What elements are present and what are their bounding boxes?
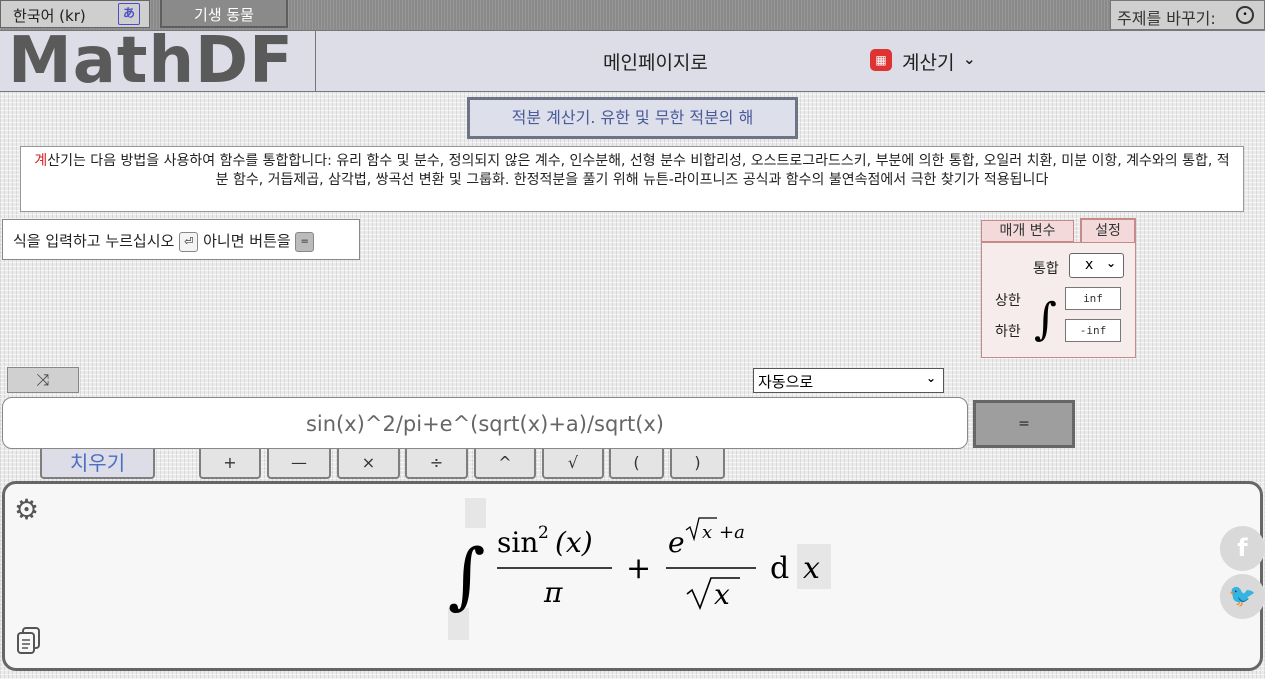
integrate-label: 통합 <box>1033 261 1059 277</box>
term1-power: 2 <box>538 523 549 543</box>
expression-input[interactable]: sin(x)^2/pi+e^(sqrt(x)+a)/sqrt(x) <box>2 397 968 449</box>
chevron-down-icon: ⌄ <box>926 371 937 385</box>
key-close-paren[interactable]: ) <box>670 449 725 479</box>
term2-exp-rest: +a <box>719 522 745 543</box>
clear-button[interactable]: 치우기 <box>40 449 155 479</box>
translate-icon[interactable]: あ <box>118 3 140 25</box>
term1-arg: (x) <box>555 526 593 559</box>
palette-icon[interactable]: • <box>1236 6 1254 24</box>
description-first-char: 계 <box>34 153 48 169</box>
key-multiply[interactable]: × <box>337 449 400 479</box>
nav-home-link[interactable]: 메인페이지로 <box>603 48 708 75</box>
mode-select[interactable]: 자동으로 <box>753 368 944 393</box>
term1-numerator: sin <box>497 526 538 559</box>
lower-limit-input[interactable]: -inf <box>1065 319 1121 342</box>
plus-sign: + <box>626 551 651 586</box>
enter-key-icon: ⏎ <box>179 231 199 252</box>
upper-limit-label: 상한 <box>995 293 1021 309</box>
shuffle-button[interactable]: ⤨ <box>7 367 79 393</box>
logo[interactable]: MathDF <box>8 29 294 93</box>
tab-settings[interactable]: 설정 <box>1080 218 1136 243</box>
chevron-down-icon[interactable]: ⌄ <box>963 50 976 68</box>
term2-den-var: x <box>714 578 730 611</box>
facebook-icon[interactable]: f <box>1220 526 1265 571</box>
key-sqrt[interactable]: √ <box>542 449 604 479</box>
equals-key-icon: = <box>295 231 314 252</box>
gear-icon[interactable]: ⚙ <box>14 493 39 526</box>
instruction-text-2: 아니면 버튼을 <box>203 232 291 250</box>
chevron-down-icon: ⌄ <box>1106 256 1117 270</box>
key-open-paren[interactable]: ( <box>609 449 664 479</box>
upper-limit-input[interactable]: inf <box>1065 287 1121 310</box>
language-label: 한국어 (kr) <box>13 7 86 25</box>
shuffle-icon: ⤨ <box>36 370 50 389</box>
key-power[interactable]: ^ <box>474 449 536 479</box>
theme-switch-label: 주제를 바꾸기: <box>1117 9 1216 28</box>
equals-button[interactable]: = <box>973 400 1075 448</box>
calculator-icon[interactable]: ▦ <box>870 49 892 71</box>
result-formula: ∫ sin 2 (x) π + e x +a x d x <box>448 498 831 640</box>
differential-var: x <box>803 551 820 586</box>
term1-denominator: π <box>543 576 563 609</box>
nav-calculators-link[interactable]: 계산기 <box>902 48 954 75</box>
key-plus[interactable]: + <box>199 449 261 479</box>
copy-icon[interactable] <box>16 626 42 656</box>
lower-limit-label: 하한 <box>995 324 1021 340</box>
description-text: 산기는 다음 방법을 사용하여 함수를 통합합니다: 유리 함수 및 분수, 정… <box>47 153 1230 188</box>
instruction-text-1: 식을 입력하고 누르십시오 <box>13 232 175 250</box>
differential-d: d <box>770 551 789 586</box>
term2-exp-var: x <box>702 522 712 543</box>
instruction: 식을 입력하고 누르십시오 ⏎ 아니면 버튼을 = <box>2 219 360 260</box>
twitter-icon[interactable]: 🐦 <box>1220 574 1265 619</box>
description: 계산기는 다음 방법을 사용하여 함수를 통합합니다: 유리 함수 및 분수, … <box>20 146 1244 212</box>
integral-sign: ∫ <box>448 533 486 617</box>
integral-icon: ∫ <box>1034 294 1057 345</box>
key-minus[interactable]: — <box>267 449 331 479</box>
term2-base: e <box>668 526 685 559</box>
tab-parameters[interactable]: 매개 변수 <box>981 220 1074 242</box>
page-title: 적분 계산기. 유한 및 무한 적분의 해 <box>467 97 798 139</box>
key-divide[interactable]: ÷ <box>405 449 468 479</box>
upper-limit-placeholder[interactable] <box>465 498 486 528</box>
